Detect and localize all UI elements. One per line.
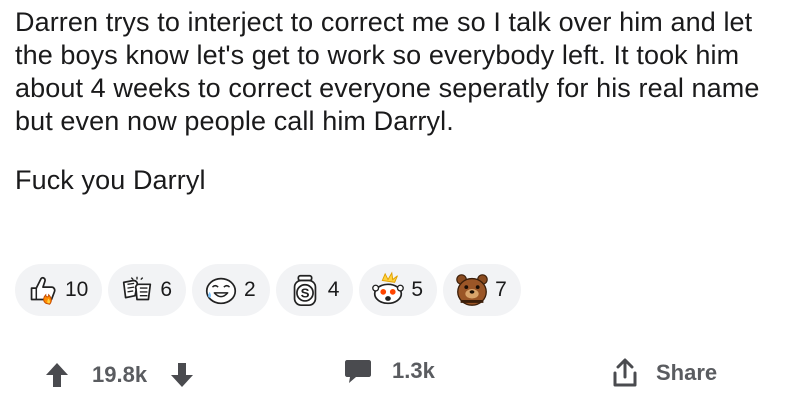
award-count: 2	[244, 278, 256, 301]
post-paragraph: Fuck you Darryl	[15, 165, 206, 195]
post-body: Darren trys to interject to correct me s…	[15, 6, 785, 197]
fist-bump-award-icon	[123, 276, 152, 301]
coin-jar-award-icon: S	[293, 274, 317, 307]
award-pill[interactable]: 10	[15, 264, 103, 316]
svg-text:S: S	[300, 286, 309, 301]
share-label: Share	[656, 360, 718, 385]
award-count: 7	[495, 278, 507, 301]
awards-row: 10 6 2 S 4 5 7	[15, 264, 521, 316]
vote-controls: 19.8k	[40, 358, 199, 392]
award-pill[interactable]: 7	[443, 264, 521, 316]
award-pill[interactable]: 2	[192, 264, 270, 316]
action-bar: 19.8k 1.3k Share	[0, 350, 800, 402]
downvote-button[interactable]	[165, 358, 199, 392]
share-icon	[613, 358, 637, 387]
share-button[interactable]: Share	[612, 358, 717, 388]
vote-score: 19.8k	[92, 362, 148, 387]
comments-button[interactable]: 1.3k	[344, 358, 435, 384]
snoo-mindblown-award-icon	[372, 271, 405, 305]
laughing-face-award-icon	[205, 277, 237, 305]
award-pill[interactable]: 5	[359, 264, 438, 316]
award-count: 4	[327, 278, 340, 301]
award-count: 5	[411, 278, 424, 301]
award-count: 6	[160, 278, 173, 301]
upvote-button[interactable]	[40, 358, 74, 392]
award-count: 10	[65, 278, 89, 301]
bear-award-icon	[456, 274, 488, 306]
upvote-arrow-icon	[46, 363, 68, 387]
comment-count: 1.3k	[392, 358, 435, 383]
downvote-arrow-icon	[171, 363, 194, 387]
award-pill[interactable]: S 4	[275, 264, 354, 316]
comment-bubble-icon	[345, 360, 371, 383]
post-paragraph: Darren trys to interject to correct me s…	[15, 7, 760, 136]
thumbs-up-fire-award-icon	[30, 276, 56, 305]
award-pill[interactable]: 6	[108, 264, 187, 316]
